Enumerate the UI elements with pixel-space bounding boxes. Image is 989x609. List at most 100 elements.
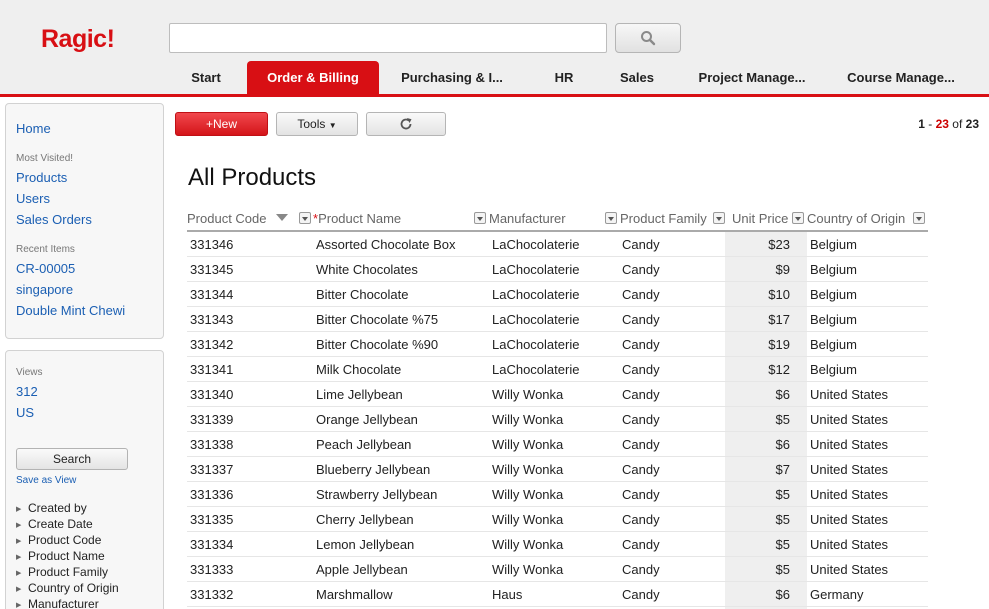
expand-triangle-icon: ▶ (16, 554, 22, 561)
cell-unit-price: $6 (775, 587, 790, 602)
save-as-view-link[interactable]: Save as View (16, 475, 76, 486)
recent-item[interactable]: Double Mint Chewi (16, 303, 125, 318)
cell-product-name: Orange Jellybean (316, 412, 418, 427)
column-header-unit-price[interactable]: Unit Price (732, 211, 788, 226)
caret-down-icon: ▼ (328, 121, 337, 130)
cell-unit-price: $5 (775, 412, 790, 427)
table-row[interactable]: 331342 Bitter Chocolate %90 LaChocolaterie… (187, 332, 928, 357)
cell-manufacturer: LaChocolaterie (492, 262, 580, 277)
filter-dropdown-icon[interactable] (792, 212, 804, 224)
sidebar-item-users[interactable]: Users (16, 191, 50, 206)
sort-desc-icon[interactable] (276, 214, 288, 221)
filter-dropdown-icon[interactable] (605, 212, 617, 224)
cell-manufacturer: Willy Wonka (492, 387, 564, 402)
sidebar-item-sales-orders[interactable]: Sales Orders (16, 212, 92, 227)
search-field-product-family[interactable]: ▶ Product Family (16, 565, 108, 579)
column-header-product-name[interactable]: *Product Name (313, 211, 401, 226)
cell-manufacturer: LaChocolaterie (492, 237, 580, 252)
expand-triangle-icon: ▶ (16, 506, 22, 513)
recent-item[interactable]: singapore (16, 282, 73, 297)
global-search-button[interactable] (615, 23, 681, 53)
cell-unit-price: $12 (768, 362, 790, 377)
table-row[interactable]: 331337 Blueberry Jellybean Willy Wonka Cand… (187, 457, 928, 482)
table-row[interactable]: 331346 Assorted Chocolate Box LaChocolater… (187, 232, 928, 257)
cell-product-code: 331343 (190, 312, 234, 327)
search-field-product-name[interactable]: ▶ Product Name (16, 549, 105, 563)
tab-start[interactable]: Start (183, 61, 229, 94)
cell-country-of-origin: Germany (810, 587, 864, 602)
search-field-created-by[interactable]: ▶ Created by (16, 501, 87, 515)
view-item[interactable]: US (16, 405, 34, 420)
cell-country-of-origin: United States (810, 437, 889, 452)
cell-product-code: 331334 (190, 537, 234, 552)
table-row[interactable]: 331332 Marshmallow Haus Candy $6 Germany (187, 582, 928, 607)
cell-product-code: 331340 (190, 387, 234, 402)
tools-menu-button[interactable]: Tools ▼ (276, 112, 358, 136)
sidebar-search-button[interactable]: Search (16, 448, 128, 470)
search-field-country-of-origin[interactable]: ▶ Country of Origin (16, 581, 119, 595)
cell-product-family: Candy (622, 362, 660, 377)
filter-dropdown-icon[interactable] (474, 212, 486, 224)
cell-product-family: Candy (622, 237, 660, 252)
cell-product-name: Peach Jellybean (316, 437, 412, 452)
cell-product-name: Bitter Chocolate (316, 287, 409, 302)
table-row[interactable]: 331335 Cherry Jellybean Willy Wonka Candy $5… (187, 507, 928, 532)
table-row[interactable]: 331334 Lemon Jellybean Willy Wonka Candy $5 U… (187, 532, 928, 557)
tab-course-management[interactable]: Course Manage... (843, 61, 959, 94)
cell-product-name: Bitter Chocolate %75 (316, 312, 439, 327)
most-visited-heading: Most Visited! (16, 153, 74, 164)
table-row[interactable]: 331338 Peach Jellybean Willy Wonka Candy $6 U… (187, 432, 928, 457)
tab-project-management[interactable]: Project Manage... (694, 61, 810, 94)
search-field-product-code[interactable]: ▶ Product Code (16, 533, 101, 547)
cell-unit-price: $5 (775, 487, 790, 502)
filter-dropdown-icon[interactable] (713, 212, 725, 224)
new-record-button[interactable]: +New (175, 112, 268, 136)
table-row[interactable]: 331344 Bitter Chocolate LaChocolaterie Cand… (187, 282, 928, 307)
cell-manufacturer: Haus (492, 587, 523, 602)
expand-triangle-icon: ▶ (16, 538, 22, 545)
recent-item[interactable]: CR-00005 (16, 261, 75, 276)
table-row[interactable]: 331333 Apple Jellybean Willy Wonka Candy $5 U… (187, 557, 928, 582)
tab-hr[interactable]: HR (548, 61, 580, 94)
column-header-country-of-origin[interactable]: Country of Origin (807, 211, 905, 226)
cell-country-of-origin: United States (810, 487, 889, 502)
page-title: All Products (188, 164, 317, 191)
cell-country-of-origin: United States (810, 412, 889, 427)
column-header-product-family[interactable]: Product Family (620, 211, 707, 226)
refresh-button[interactable] (366, 112, 446, 136)
sidebar-home-link[interactable]: Home (16, 121, 51, 136)
tab-purchasing[interactable]: Purchasing & I... (396, 61, 508, 94)
column-header-product-code[interactable]: Product Code (187, 211, 267, 226)
cell-country-of-origin: Belgium (810, 237, 857, 252)
cell-product-family: Candy (622, 312, 660, 327)
table-row[interactable]: 331340 Lime Jellybean Willy Wonka Candy $6 Un… (187, 382, 928, 407)
cell-unit-price: $6 (775, 387, 790, 402)
cell-product-family: Candy (622, 487, 660, 502)
cell-country-of-origin: Belgium (810, 337, 857, 352)
cell-unit-price: $7 (775, 462, 790, 477)
table-row[interactable]: 331343 Bitter Chocolate %75 LaChocolaterie… (187, 307, 928, 332)
table-row[interactable]: 331341 Milk Chocolate LaChocolaterie Candy $… (187, 357, 928, 382)
expand-triangle-icon: ▶ (16, 522, 22, 529)
cell-product-family: Candy (622, 587, 660, 602)
ragic-logo[interactable]: Ragic! (41, 25, 115, 54)
cell-product-family: Candy (622, 512, 660, 527)
table-row[interactable]: 331336 Strawberry Jellybean Willy Wonka Can… (187, 482, 928, 507)
column-header-manufacturer[interactable]: Manufacturer (489, 211, 566, 226)
cell-unit-price: $23 (768, 237, 790, 252)
table-row[interactable]: 331345 White Chocolates LaChocolaterie Cand… (187, 257, 928, 282)
cell-manufacturer: Willy Wonka (492, 412, 564, 427)
search-field-manufacturer[interactable]: ▶ Manufacturer (16, 597, 99, 609)
search-field-create-date[interactable]: ▶ Create Date (16, 517, 93, 531)
global-search-input[interactable] (169, 23, 607, 53)
view-item[interactable]: 312 (16, 384, 38, 399)
tab-sales[interactable]: Sales (614, 61, 660, 94)
cell-product-name: Bitter Chocolate %90 (316, 337, 439, 352)
tab-order-billing[interactable]: Order & Billing (247, 61, 379, 97)
filter-dropdown-icon[interactable] (913, 212, 925, 224)
sidebar-item-products[interactable]: Products (16, 170, 67, 185)
table-row[interactable]: 331339 Orange Jellybean Willy Wonka Candy $5… (187, 407, 928, 432)
filter-dropdown-icon[interactable] (299, 212, 311, 224)
cell-product-code: 331338 (190, 437, 234, 452)
cell-product-name: White Chocolates (316, 262, 418, 277)
